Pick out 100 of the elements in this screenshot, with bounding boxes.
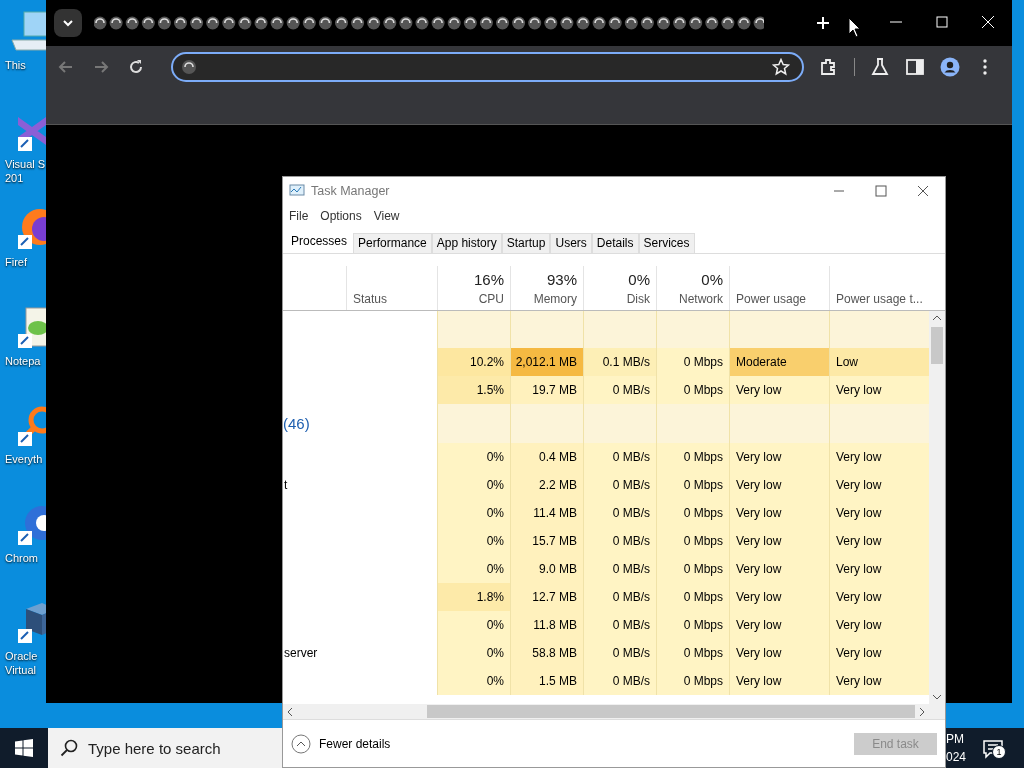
maximize-icon[interactable] (875, 185, 887, 197)
desktop-icon-label[interactable]: Everyth (0, 452, 43, 466)
side-panel-icon[interactable] (905, 57, 925, 77)
clock[interactable]: PM 024 (946, 730, 967, 766)
table-cell: Very low (729, 499, 829, 527)
menu-item[interactable]: View (373, 209, 400, 223)
tab[interactable]: Startup (501, 233, 551, 253)
table-cell: 0% (437, 667, 510, 695)
column-label: Power usage t... (836, 292, 923, 306)
tab[interactable]: Users (550, 233, 592, 253)
table-cell: 0% (437, 639, 510, 667)
desktop-icon-label[interactable]: This (0, 58, 26, 72)
table-cell: 0 Mbps (656, 611, 729, 639)
tab-search-button[interactable] (54, 9, 82, 37)
column-summary: 93% (546, 271, 577, 288)
table-cell: 0 Mbps (656, 583, 729, 611)
table-cell: 11.4 MB (510, 499, 583, 527)
process-name: t (283, 478, 288, 492)
chevron-down-icon (62, 19, 74, 27)
table-cell: 12.7 MB (510, 583, 583, 611)
column-header[interactable]: 0% Disk (583, 266, 656, 310)
table-cell: 0 MB/s (583, 527, 656, 555)
window-title: Task Manager (311, 184, 390, 198)
desktop-icon-label[interactable]: Chrom (0, 550, 38, 565)
search-field[interactable]: Type here to search (48, 728, 282, 768)
tab[interactable]: Performance (353, 233, 432, 253)
table-cell: 0 MB/s (583, 471, 656, 499)
cursor-icon (848, 17, 862, 39)
column-header[interactable]: Status (346, 266, 437, 310)
star-icon[interactable] (772, 58, 790, 76)
desktop-icon-label[interactable]: Visual S 201 (0, 156, 46, 185)
menu-item[interactable]: File (289, 209, 309, 223)
flask-icon[interactable] (870, 57, 890, 77)
scrollbar-thumb[interactable] (931, 327, 943, 364)
collapse-chevron-icon[interactable] (291, 733, 311, 754)
column-label: CPU (478, 292, 504, 306)
table-cell: Very low (829, 555, 929, 583)
profile-icon[interactable] (940, 57, 960, 77)
notification-badge: 1 (992, 745, 1006, 759)
tab-favicons-drawing[interactable] (94, 15, 764, 31)
table-cell: 0 MB/s (583, 376, 656, 404)
column-label: Disk (626, 292, 650, 306)
table-cell: Very low (729, 639, 829, 667)
scrollbar-thumb[interactable] (427, 705, 915, 718)
table-cell: 0 Mbps (656, 348, 729, 376)
table-cell: 0% (437, 443, 510, 471)
process-name: server (283, 646, 318, 660)
table-cell: 0.4 MB (510, 443, 583, 471)
table-cell: Moderate (729, 348, 829, 376)
column-label: Status (353, 292, 389, 306)
column-summary: 0% (701, 271, 723, 288)
table-cell: Very low (829, 527, 929, 555)
table-cell: 15.7 MB (510, 527, 583, 555)
table-cell: 0 Mbps (656, 443, 729, 471)
search-icon (60, 739, 78, 757)
desktop-icon-label[interactable]: Oracle Virtual (0, 649, 38, 677)
table-cell: Very low (729, 583, 829, 611)
table-cell: 0.1 MB/s (583, 348, 656, 376)
tab[interactable]: Services (638, 233, 695, 253)
notification-icon[interactable] (982, 738, 1004, 760)
column-header[interactable]: 16% CPU (437, 266, 510, 310)
tab[interactable]: App history (431, 233, 502, 253)
table-cell: 0 Mbps (656, 376, 729, 404)
desktop-icon-label[interactable]: Firef (0, 255, 27, 269)
column-header[interactable]: 0% Network (656, 266, 729, 310)
desktop-icon-label[interactable]: Notepa (0, 353, 41, 368)
search-placeholder: Type here to search (88, 739, 221, 757)
menu-item[interactable]: Options (320, 209, 362, 223)
column-summary: 0% (628, 271, 650, 288)
maximize-icon[interactable] (934, 14, 950, 30)
column-label: Network (679, 292, 723, 306)
horizontal-scrollbar[interactable] (283, 704, 945, 720)
table-cell: 0% (437, 527, 510, 555)
column-header[interactable]: Power usage t... (829, 266, 929, 310)
table-cell: Very low (829, 499, 929, 527)
table-cell: Very low (829, 583, 929, 611)
table-cell: 0 MB/s (583, 583, 656, 611)
address-bar[interactable] (171, 52, 804, 82)
column-header[interactable]: Power usage (729, 266, 829, 310)
table-cell: Very low (829, 471, 929, 499)
fewer-details-link[interactable]: Fewer details (319, 736, 391, 751)
column-header[interactable]: 93% Memory (510, 266, 583, 310)
close-icon[interactable] (917, 185, 929, 197)
table-cell: 0 MB/s (583, 499, 656, 527)
table-cell: Very low (729, 555, 829, 583)
table-cell: 1.5% (437, 376, 510, 404)
table-cell: 10.2% (437, 348, 510, 376)
table-cell: 2.2 MB (510, 471, 583, 499)
table-cell: 58.8 MB (510, 639, 583, 667)
table-cell: 0% (437, 471, 510, 499)
vertical-scrollbar[interactable] (929, 311, 945, 704)
table-cell: 0 Mbps (656, 667, 729, 695)
table-cell: Very low (829, 639, 929, 667)
table-cell: Very low (729, 611, 829, 639)
new-tab-icon[interactable] (816, 16, 830, 30)
table-cell: 0 Mbps (656, 555, 729, 583)
table-cell: 0 MB/s (583, 555, 656, 583)
table-cell: 9.0 MB (510, 555, 583, 583)
tab[interactable]: Details (591, 233, 639, 253)
table-cell: 0 Mbps (656, 471, 729, 499)
